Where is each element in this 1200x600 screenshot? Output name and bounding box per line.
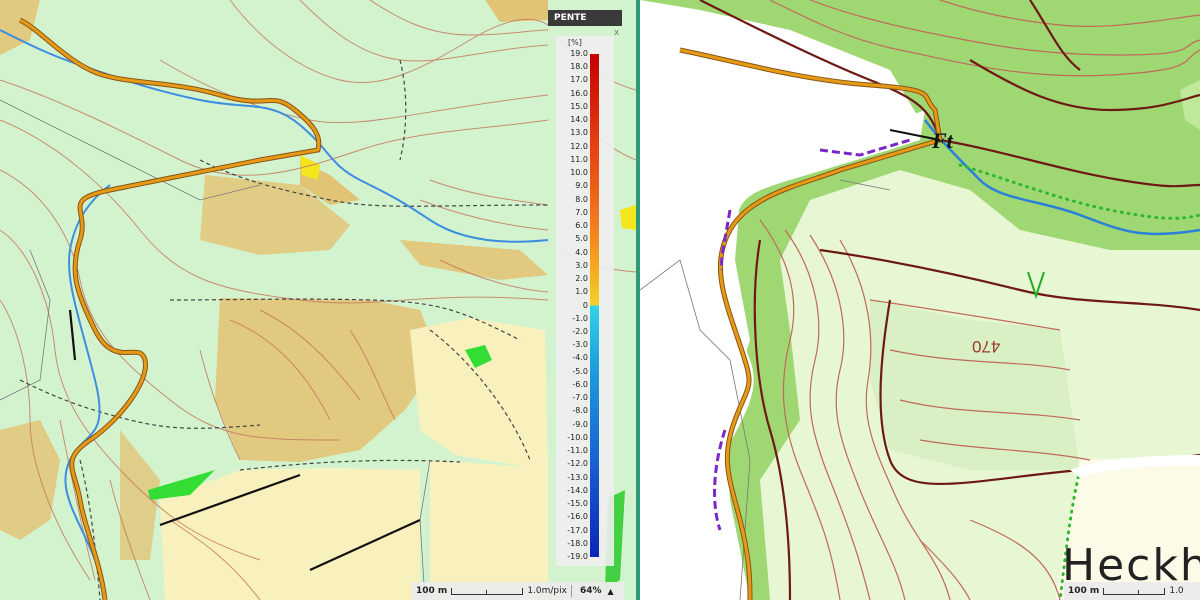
topographic-map-panel[interactable]: 100 m 1.0	[640, 0, 1200, 600]
legend-tick-label: 0	[582, 300, 588, 310]
legend-tick-label: 8.0	[575, 194, 588, 204]
place-name-label: Heckh	[1062, 540, 1200, 591]
legend-tick-label: 12.0	[570, 141, 588, 151]
legend-tick-label: -4.0	[572, 353, 588, 363]
legend-unit: [%]	[568, 38, 582, 47]
legend-tick-label: 16.0	[570, 88, 588, 98]
scale-ruler	[451, 587, 524, 595]
separator	[570, 585, 572, 597]
legend-tick-label: -1.0	[572, 313, 588, 323]
legend-tick-label: 13.0	[570, 128, 588, 138]
zoom-up-arrow-icon[interactable]: ▲	[608, 587, 614, 596]
slope-map-canvas[interactable]	[0, 0, 636, 600]
legend-tick-label: 5.0	[575, 234, 588, 244]
legend-tick-label: 6.0	[575, 221, 588, 231]
legend-tick-label: 19.0	[570, 49, 588, 58]
legend-tick-label: -15.0	[567, 499, 588, 509]
legend-tick-label: -8.0	[572, 406, 588, 416]
legend-tick-label: 1.0	[575, 287, 588, 297]
scale-label: 100 m	[416, 586, 448, 596]
legend-tick-label: -3.0	[572, 340, 588, 350]
legend-tick-label: -17.0	[567, 525, 588, 535]
legend-tick-label: -18.0	[567, 538, 588, 548]
legend-close-icon[interactable]: x	[614, 28, 619, 38]
legend-tick-label: 18.0	[570, 62, 588, 72]
legend-tick-label: 2.0	[575, 274, 588, 284]
topo-map-canvas[interactable]	[640, 0, 1200, 600]
legend-tick-label: 17.0	[570, 75, 588, 85]
legend-tick-label: -11.0	[567, 446, 588, 456]
resolution-label: 1.0m/pix	[527, 586, 567, 596]
elevation-label: 470	[972, 337, 1001, 356]
legend-tick-label: -19.0	[567, 552, 588, 561]
legend-title[interactable]: PENTE	[548, 10, 622, 26]
legend-color-ramp	[590, 54, 599, 557]
legend-tick-label: 11.0	[570, 154, 588, 164]
legend-tick-label: -10.0	[567, 432, 588, 442]
legend-tick-label: 3.0	[575, 260, 588, 270]
slope-legend[interactable]: PENTE x [%] 19.0 18.0 17.0 16.0 15.0 14.0 13.0…	[548, 10, 622, 566]
legend-tick-label: -2.0	[572, 326, 588, 336]
slope-map-panel[interactable]: PENTE x [%] 19.0 18.0 17.0 16.0 15.0 14.0 13.0…	[0, 0, 636, 600]
legend-tick-label: -14.0	[567, 485, 588, 495]
legend-tick-label: 9.0	[575, 181, 588, 191]
zoom-level[interactable]: 64%	[580, 586, 602, 596]
legend-tick-label: 15.0	[570, 101, 588, 111]
legend-tick-label: 10.0	[570, 168, 588, 178]
map-feature-code: Ft	[932, 128, 953, 153]
legend-tick-label: 4.0	[575, 247, 588, 257]
legend-tick-label: -13.0	[567, 472, 588, 482]
legend-body: [%] 19.0 18.0 17.0 16.0 15.0 14.0 13.0 12.0 11.0…	[556, 36, 614, 566]
legend-tick-label: -9.0	[572, 419, 588, 429]
legend-tick-label: 14.0	[570, 115, 588, 125]
legend-tick-label: 7.0	[575, 207, 588, 217]
map-comparison-view: PENTE x [%] 19.0 18.0 17.0 16.0 15.0 14.0 13.0…	[0, 0, 1200, 600]
legend-tick-label: -5.0	[572, 366, 588, 376]
legend-tick-label: -12.0	[567, 459, 588, 469]
legend-tick-label: -6.0	[572, 379, 588, 389]
left-status-bar: 100 m 1.0m/pix 64% ▲	[412, 582, 624, 600]
legend-tick-label: -16.0	[567, 512, 588, 522]
legend-tick-label: -7.0	[572, 393, 588, 403]
